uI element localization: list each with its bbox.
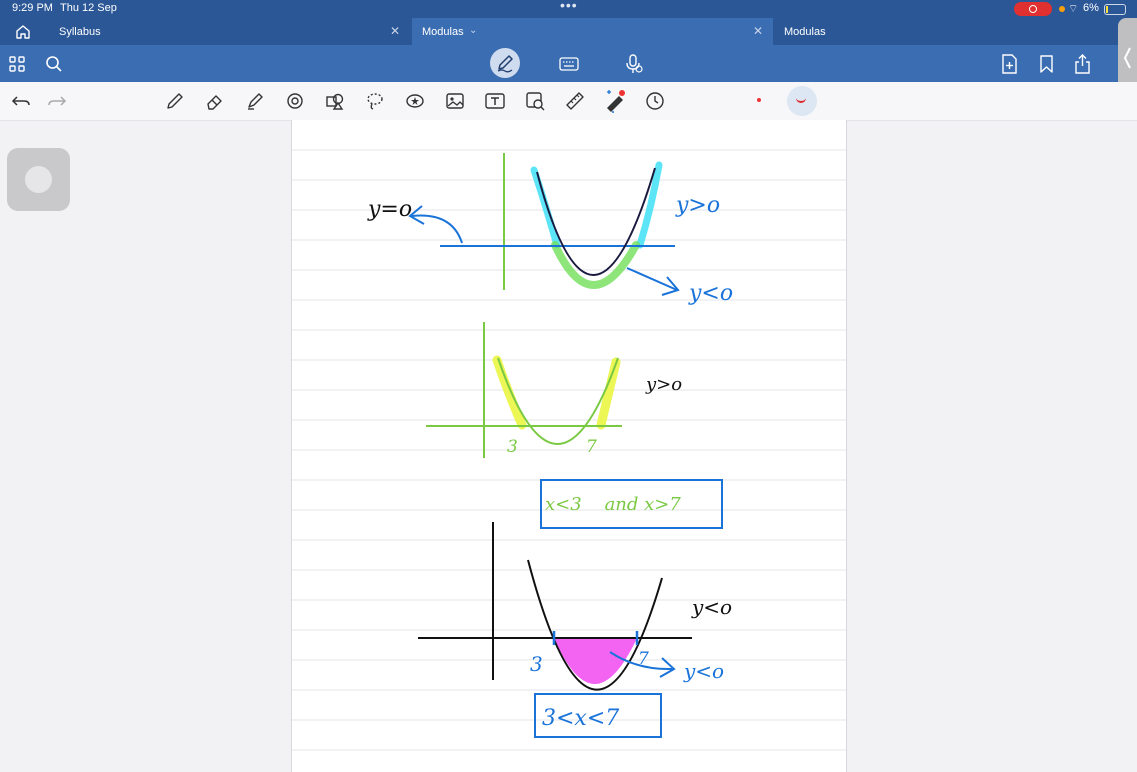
parabola <box>536 167 656 276</box>
assistive-touch-button[interactable] <box>7 148 70 211</box>
keyboard-icon[interactable] <box>559 57 579 71</box>
undo-icon[interactable] <box>11 91 31 111</box>
shape-tool-icon[interactable] <box>285 91 305 111</box>
close-tab-icon[interactable]: ✕ <box>753 24 763 38</box>
search-icon[interactable] <box>45 55 63 73</box>
label-y-less-0: y<o <box>688 281 733 306</box>
pen-color-swatch-icon <box>796 96 806 103</box>
camera-scan-icon[interactable] <box>525 91 545 111</box>
root-3: 3 <box>530 652 543 676</box>
tab-label: Modulas <box>784 26 826 38</box>
bookmark-icon[interactable] <box>1039 55 1054 73</box>
text-box-icon[interactable] <box>485 91 505 111</box>
highlighter-tool-icon[interactable] <box>245 91 265 111</box>
ruler-icon[interactable] <box>565 91 585 111</box>
arrow-to-y-equals-0 <box>411 214 463 244</box>
sticker-icon[interactable] <box>405 91 425 111</box>
drawing-toolbar <box>0 82 1137 121</box>
eraser-tool-icon[interactable] <box>205 91 225 111</box>
battery-percentage: 6% <box>1083 2 1099 14</box>
shapes-icon[interactable] <box>325 91 345 111</box>
chevron-down-icon[interactable]: ⌄ <box>469 25 477 36</box>
battery-icon <box>1104 4 1126 15</box>
root-7: 7 <box>586 437 597 457</box>
multitasking-dots[interactable]: ••• <box>560 0 578 13</box>
pen-edit-icon <box>497 55 513 73</box>
pen-mode-button[interactable] <box>490 48 520 78</box>
microphone-icon[interactable] <box>625 54 643 74</box>
arrowhead <box>659 657 676 678</box>
share-icon[interactable] <box>1073 54 1092 74</box>
tab-label: Syllabus <box>59 26 101 38</box>
app-toolbar <box>0 45 1137 82</box>
pen-tool-icon[interactable] <box>165 91 185 111</box>
tab-modulas-active[interactable]: Modulas ⌄ ✕ <box>412 18 773 45</box>
answer-text: 3<x<7 <box>542 706 619 731</box>
highlight-yellow-left <box>492 355 527 430</box>
label-y-less-0-top: y<o <box>691 595 732 619</box>
graph-2: y>o 3 7 x<3 and x>7 <box>426 322 723 529</box>
laser-pointer-icon[interactable] <box>603 88 627 114</box>
tab-bar: Syllabus ✕ Modulas ⌄ ✕ Modulas <box>0 18 1137 45</box>
tab-syllabus[interactable]: Syllabus ✕ <box>46 18 412 45</box>
home-icon[interactable] <box>14 23 32 41</box>
status-date: Thu 12 Sep <box>60 2 117 14</box>
clock-icon[interactable] <box>645 91 665 111</box>
label-y-greater-0: y>o <box>675 193 720 218</box>
screen-recording-indicator[interactable] <box>1014 2 1052 16</box>
mic-in-use-indicator <box>1059 6 1065 12</box>
parabola <box>497 357 619 445</box>
handwritten-notes[interactable]: y=o y>o y<o y>o 3 7 x<3 and x>7 y<o 3 7 … <box>292 120 846 772</box>
root-3: 3 <box>507 437 518 457</box>
answer-text: x<3 and x>7 <box>545 494 681 515</box>
label-y-greater-0: y>o <box>645 374 682 395</box>
redo-icon[interactable] <box>47 91 67 111</box>
label-y-equals-0: y=o <box>367 197 412 222</box>
root-7: 7 <box>638 649 649 669</box>
status-time: 9:29 PM <box>12 2 53 14</box>
grid-view-icon[interactable] <box>9 56 25 72</box>
tab-modulas[interactable]: Modulas <box>773 18 1118 45</box>
image-icon[interactable] <box>445 91 465 111</box>
highlight-green-bottom <box>551 241 640 289</box>
wifi-icon: ⌔ <box>1068 3 1079 15</box>
highlight-cyan-left <box>530 166 561 249</box>
status-bar: 9:29 PM Thu 12 Sep ••• ⌔ 6% <box>0 0 1137 18</box>
graph-1: y=o y>o y<o <box>367 153 733 306</box>
lasso-tool-icon[interactable] <box>365 91 385 111</box>
note-page[interactable]: y=o y>o y<o y>o 3 7 x<3 and x>7 y<o 3 7 … <box>291 120 847 772</box>
active-color-dot[interactable] <box>757 98 761 102</box>
label-y-less-0-bottom: y<o <box>683 659 724 683</box>
add-page-icon[interactable] <box>1001 54 1018 74</box>
tab-label: Modulas <box>422 26 464 38</box>
pen-color-button[interactable] <box>787 86 817 116</box>
close-tab-icon[interactable]: ✕ <box>390 24 400 38</box>
